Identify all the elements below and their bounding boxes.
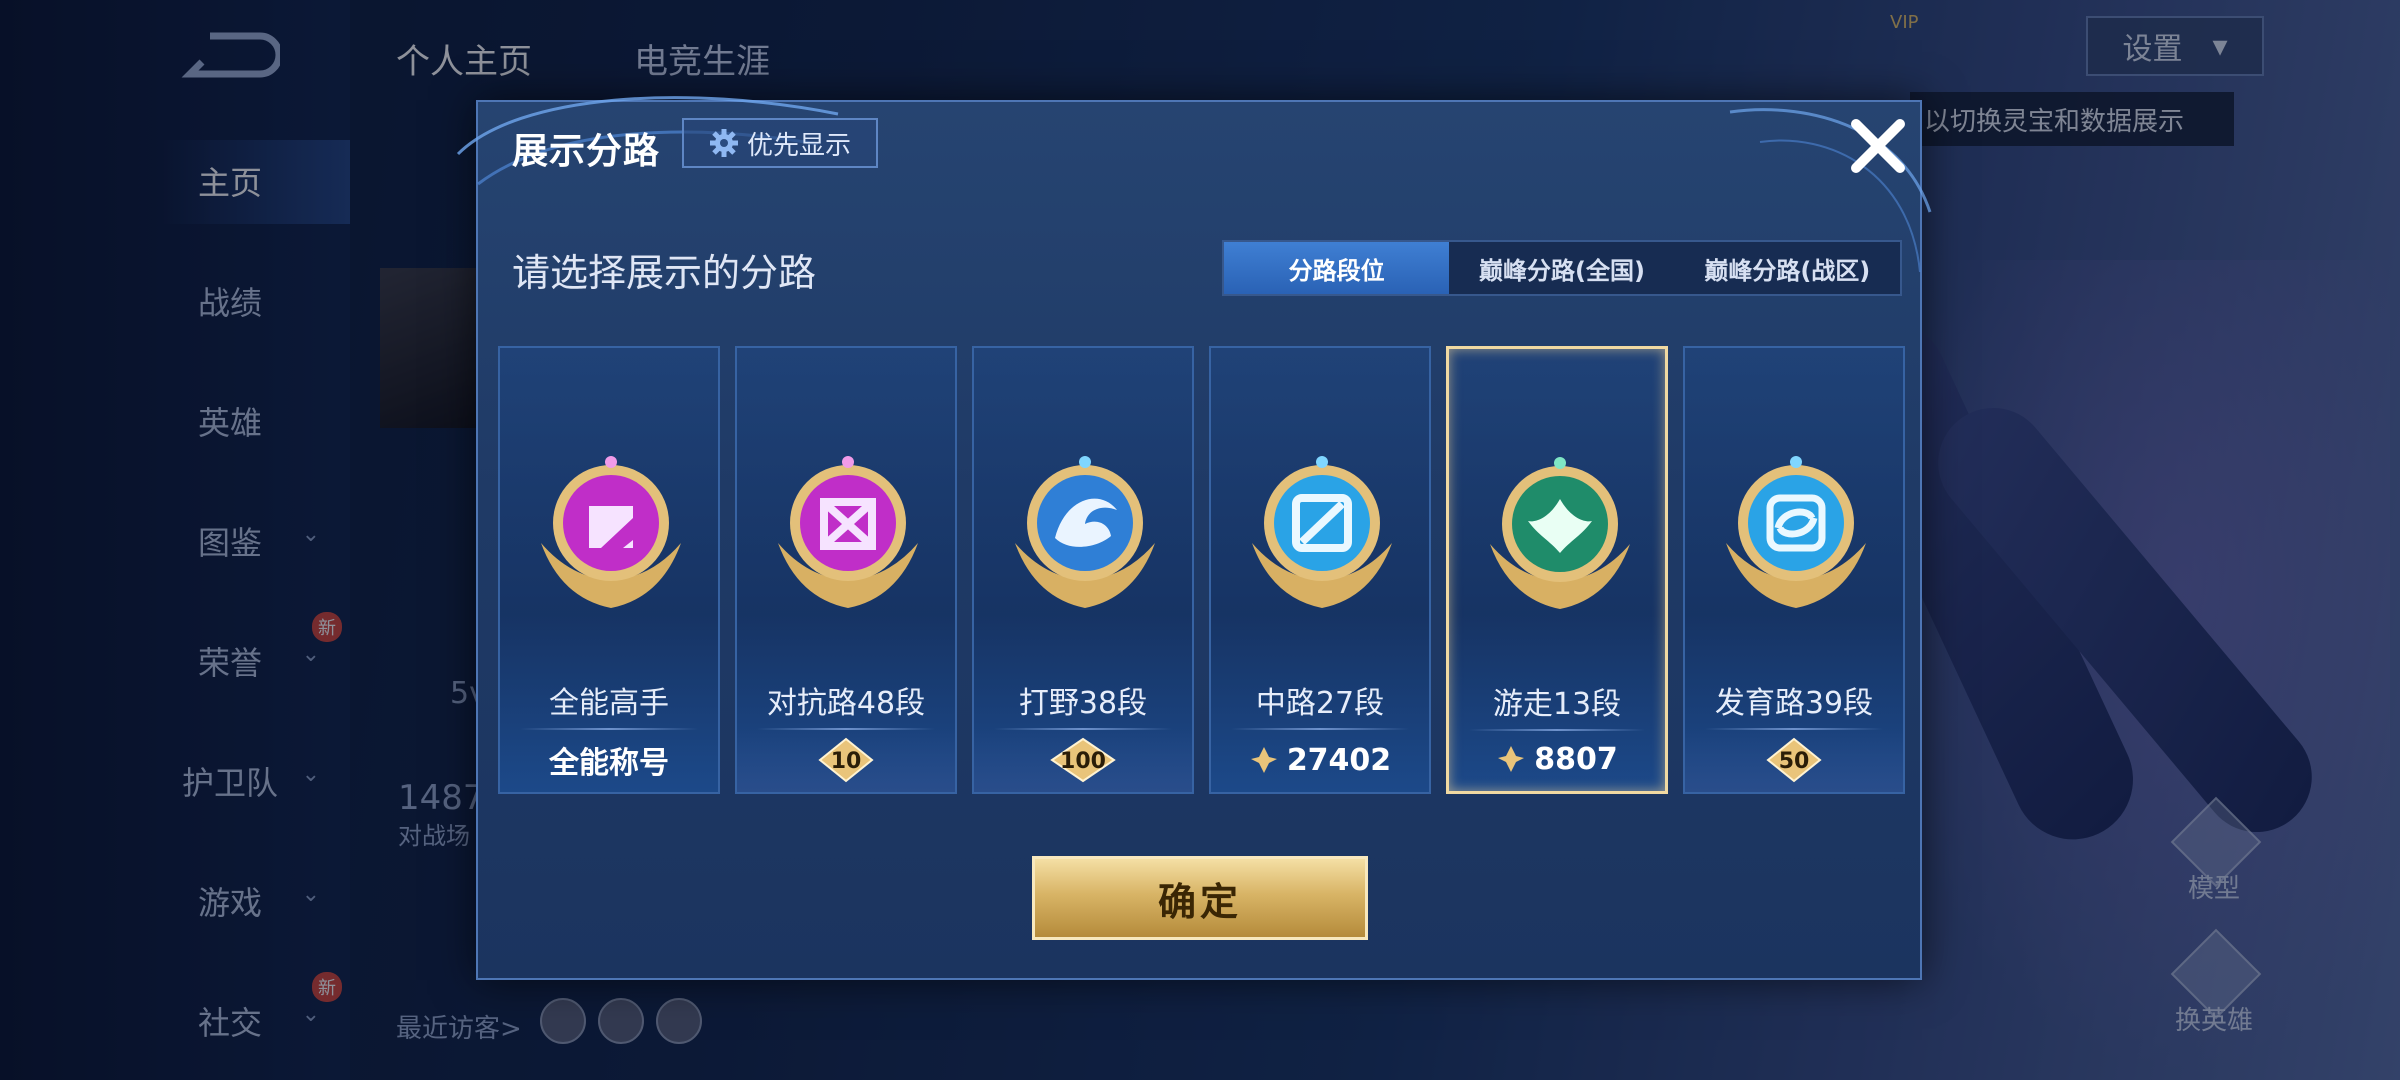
- nav-item-game[interactable]: 游戏 ⌄: [150, 878, 320, 924]
- match-count-label: 对战场: [398, 822, 470, 850]
- peak-points-icon: [1250, 747, 1277, 773]
- farm-lane-emblem-icon: [1726, 456, 1866, 608]
- visitor-avatar[interactable]: [656, 998, 702, 1044]
- settings-button[interactable]: 设置 ▾: [2086, 16, 2264, 76]
- new-badge: 新: [312, 972, 342, 1002]
- visitor-avatar[interactable]: [540, 998, 586, 1044]
- lane-cards: 全能高手 全能称号 对抗路48段 10 打野38段 100 中路27段 2740…: [498, 346, 1905, 796]
- lane-card-all-round[interactable]: 全能高手 全能称号: [498, 346, 720, 794]
- all-round-emblem-icon: [541, 456, 681, 608]
- recent-visitors-label[interactable]: 最近访客>: [396, 1008, 522, 1045]
- lane-card-clash-lane[interactable]: 对抗路48段 10: [735, 346, 957, 794]
- model-label: 模型: [2187, 874, 2240, 904]
- chevron-down-icon: ⌄: [301, 1002, 320, 1027]
- segment-tabs: 分路段位 巅峰分路(全国) 巅峰分路(战区): [1222, 240, 1902, 296]
- card-footer: 50: [1685, 728, 1903, 792]
- card-footer: 全能称号: [500, 728, 718, 792]
- card-footer: 10: [737, 728, 955, 792]
- dialog-subtitle: 请选择展示的分路: [512, 251, 817, 295]
- lane-name: 游走13段: [1492, 687, 1622, 722]
- nav-item-records[interactable]: 战绩: [150, 278, 310, 324]
- nav-item-home[interactable]: 主页: [150, 158, 310, 204]
- chevron-down-icon: ⌄: [301, 882, 320, 907]
- tab-lane-rank[interactable]: 分路段位: [1224, 242, 1450, 294]
- roam-emblem-icon: [1490, 457, 1630, 609]
- star-count: 100: [1060, 749, 1106, 774]
- nav-item-heroes[interactable]: 英雄: [150, 398, 310, 444]
- lane-card-roam[interactable]: 游走13段 8807: [1446, 346, 1668, 794]
- back-arrow-icon[interactable]: [180, 28, 280, 82]
- chevron-down-icon: ⌄: [301, 642, 320, 667]
- nav-item-honor[interactable]: 荣誉 ⌄: [150, 638, 320, 684]
- switch-hero-label: 换英雄: [2174, 1006, 2253, 1036]
- lane-card-jungle[interactable]: 打野38段 100: [972, 346, 1194, 794]
- chevron-down-icon: ▾: [2212, 28, 2228, 64]
- tab-esports-career[interactable]: 电竞生涯: [634, 34, 770, 83]
- visitor-avatar[interactable]: [598, 998, 644, 1044]
- card-footer: 8807: [1449, 727, 1665, 791]
- nav-item-social[interactable]: 社交 ⌄: [150, 998, 320, 1044]
- lane-card-mid[interactable]: 中路27段 27402: [1209, 346, 1431, 794]
- jungle-emblem-icon: [1015, 456, 1155, 608]
- lane-name: 中路27段: [1255, 686, 1385, 721]
- peak-points-icon: [1498, 746, 1525, 772]
- match-count: 1487: [398, 778, 485, 818]
- close-icon[interactable]: [1842, 110, 1914, 182]
- vip-label: VIP: [1890, 12, 1919, 33]
- card-footer: 100: [974, 728, 1192, 792]
- new-badge: 新: [312, 612, 342, 642]
- priority-display-button[interactable]: 优先显示: [682, 118, 878, 168]
- lane-name: 发育路39段: [1714, 686, 1874, 721]
- lane-card-farm[interactable]: 发育路39段 50: [1683, 346, 1905, 794]
- nav-item-codex[interactable]: 图鉴 ⌄: [150, 518, 320, 564]
- mid-lane-emblem-icon: [1252, 456, 1392, 608]
- tab-peak-lane-national[interactable]: 巅峰分路(全国): [1449, 242, 1674, 294]
- confirm-button[interactable]: 确定: [1032, 856, 1368, 940]
- tooltip: 以切换灵宝和数据展示: [1910, 92, 2234, 146]
- lane-name: 全能高手: [549, 686, 669, 721]
- dialog-title: 展示分路: [512, 131, 661, 172]
- nav-item-guard[interactable]: 护卫队 ⌄: [150, 758, 320, 804]
- peak-points: 27402: [1286, 742, 1392, 778]
- lane-name: 打野38段: [1018, 686, 1148, 721]
- tab-peak-lane-region[interactable]: 巅峰分路(战区): [1675, 242, 1900, 294]
- star-count: 50: [1778, 749, 1810, 774]
- peak-points: 8807: [1534, 741, 1618, 777]
- chevron-down-icon: ⌄: [301, 522, 320, 547]
- lane-name: 对抗路48段: [766, 686, 926, 721]
- card-footer: 27402: [1211, 728, 1429, 792]
- clash-lane-emblem-icon: [778, 456, 918, 608]
- priority-display-label: 优先显示: [746, 130, 851, 161]
- lane-display-dialog: 展示分路 优先显示 请选择展示的分路 分路段位 巅峰分路(全国) 巅峰分路(战区…: [456, 96, 1932, 980]
- tab-personal-home[interactable]: 个人主页: [396, 34, 532, 83]
- chevron-down-icon: ⌄: [301, 762, 320, 787]
- gear-icon: [709, 129, 738, 157]
- star-count: 10: [830, 749, 862, 774]
- title-label: 全能称号: [549, 746, 669, 781]
